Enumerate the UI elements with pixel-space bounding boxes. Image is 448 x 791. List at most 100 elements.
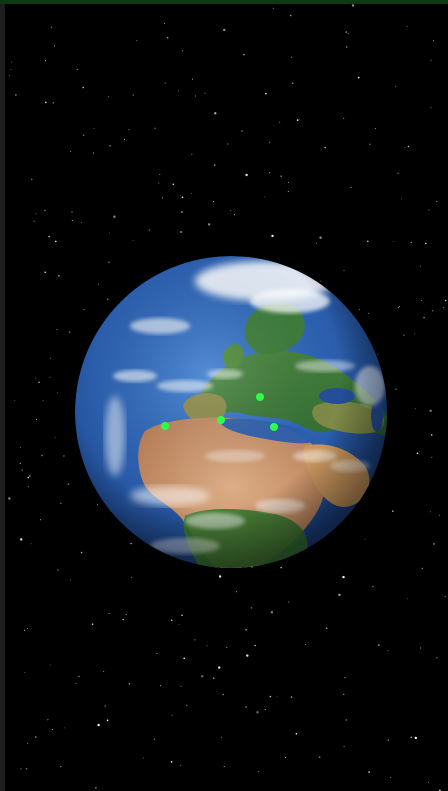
star (343, 693, 345, 695)
star (161, 197, 163, 199)
star (113, 215, 116, 218)
star (390, 777, 392, 779)
star (180, 685, 182, 687)
star (51, 729, 53, 730)
star (398, 306, 400, 307)
star (45, 101, 47, 104)
star (212, 677, 215, 679)
star (421, 567, 424, 570)
star (410, 736, 413, 739)
star (345, 46, 348, 48)
globe-render[interactable] (75, 256, 387, 568)
star (54, 45, 56, 47)
earth-globe[interactable] (75, 256, 387, 568)
star (296, 119, 299, 121)
star (130, 577, 132, 579)
star (50, 357, 52, 359)
star (218, 575, 222, 578)
star (178, 623, 180, 625)
star (24, 672, 26, 674)
star (45, 60, 46, 62)
star (395, 388, 397, 390)
star (343, 117, 345, 119)
star (431, 309, 434, 312)
star (122, 618, 124, 621)
star (394, 85, 396, 87)
star (14, 400, 16, 402)
star (128, 683, 131, 685)
star (148, 229, 151, 231)
star (83, 134, 85, 136)
location-marker[interactable] (256, 393, 264, 401)
star (285, 757, 287, 758)
star (438, 514, 440, 516)
star (93, 128, 95, 129)
location-marker[interactable] (161, 422, 169, 430)
star (345, 31, 348, 33)
star (271, 234, 274, 238)
star (350, 187, 352, 188)
star (245, 706, 247, 708)
star (415, 408, 417, 410)
star (132, 240, 134, 241)
star (27, 486, 29, 488)
star (279, 121, 281, 123)
star (25, 768, 28, 770)
star (35, 377, 37, 379)
star (160, 685, 161, 687)
star (41, 454, 43, 457)
star (93, 152, 94, 154)
location-marker[interactable] (270, 423, 278, 431)
star (58, 275, 60, 277)
star (424, 242, 427, 245)
star (158, 182, 160, 184)
star (15, 94, 17, 96)
globe-shading (75, 256, 387, 568)
star (319, 236, 322, 239)
star (181, 196, 184, 199)
star (33, 220, 35, 222)
star (35, 418, 37, 420)
star (44, 271, 46, 274)
star (223, 766, 225, 768)
star (343, 746, 345, 748)
star (223, 28, 226, 32)
globe-viewer[interactable] (0, 0, 448, 791)
star (289, 14, 292, 17)
star (387, 739, 390, 741)
location-marker[interactable] (217, 416, 225, 424)
star (226, 646, 228, 648)
star (430, 59, 432, 61)
star (71, 211, 73, 213)
star (269, 695, 272, 698)
star (428, 209, 430, 211)
star (201, 675, 204, 678)
star (430, 434, 433, 436)
star (20, 768, 22, 770)
star (107, 96, 109, 98)
star (108, 613, 110, 615)
star (218, 666, 221, 669)
star (10, 61, 12, 63)
star (245, 629, 247, 631)
star (153, 738, 155, 740)
star (27, 476, 30, 479)
star (324, 146, 327, 149)
star (78, 675, 80, 678)
star (291, 82, 294, 85)
star (106, 719, 109, 722)
star (56, 329, 58, 330)
star (91, 623, 94, 625)
star (290, 56, 292, 58)
star (227, 143, 229, 145)
star (444, 596, 446, 598)
star (258, 770, 260, 772)
star (368, 771, 370, 773)
star (125, 613, 127, 615)
star (338, 593, 341, 596)
star (246, 654, 249, 657)
star (287, 191, 289, 192)
star (70, 151, 72, 152)
star (60, 766, 62, 768)
star (206, 645, 208, 647)
